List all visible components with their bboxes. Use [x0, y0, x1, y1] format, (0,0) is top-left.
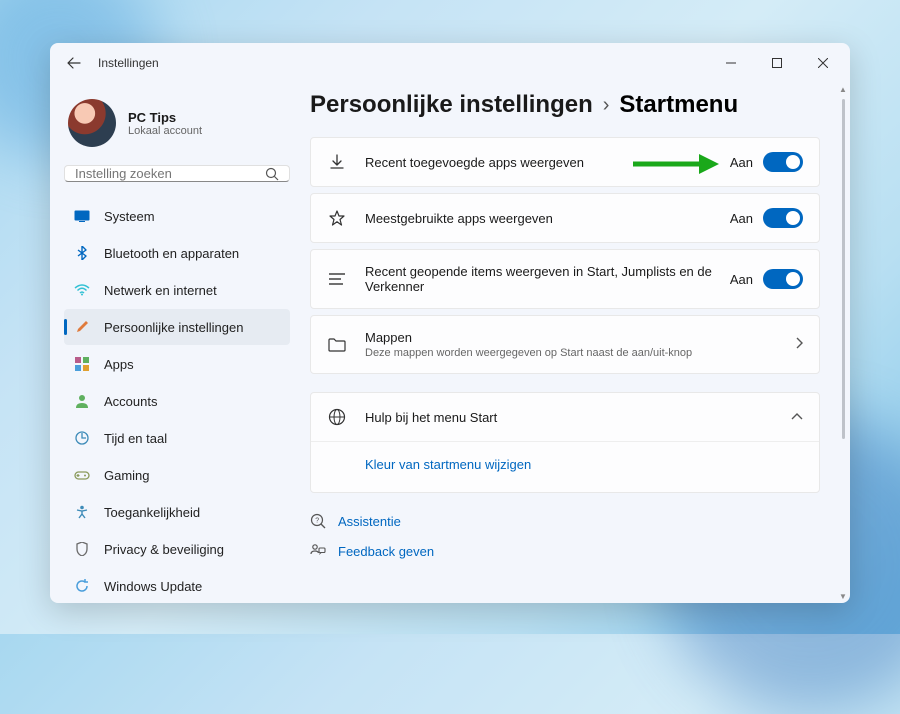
- feedback-link[interactable]: Feedback geven: [310, 543, 820, 559]
- sidebar-item-label: Toegankelijkheid: [104, 505, 200, 520]
- sidebar-item-toegankelijkheid[interactable]: Toegankelijkheid: [64, 494, 290, 530]
- clock-globe-icon: [74, 430, 90, 446]
- search-icon: [265, 167, 279, 181]
- back-button[interactable]: [54, 43, 94, 83]
- sidebar-item-gaming[interactable]: Gaming: [64, 457, 290, 493]
- profile-account-type: Lokaal account: [128, 125, 202, 137]
- minimize-button[interactable]: [708, 43, 754, 83]
- sidebar-item-label: Gaming: [104, 468, 150, 483]
- sidebar-item-bluetooth[interactable]: Bluetooth en apparaten: [64, 235, 290, 271]
- link-label: Feedback geven: [338, 544, 434, 559]
- headset-icon: ?: [310, 513, 326, 529]
- toggle-recent-items[interactable]: [763, 269, 803, 289]
- scrollbar[interactable]: ▲ ▼: [837, 83, 849, 602]
- sidebar-item-label: Tijd en taal: [104, 431, 167, 446]
- help-section: Hulp bij het menu Start Kleur van startm…: [310, 392, 820, 493]
- settings-window: Instellingen PC Tips Lokaal account: [50, 43, 850, 603]
- sidebar-item-update[interactable]: Windows Update: [64, 568, 290, 603]
- chevron-right-icon: [795, 336, 803, 354]
- folder-icon: [327, 335, 347, 355]
- setting-subtitle: Deze mappen worden weergegeven op Start …: [365, 347, 777, 359]
- toggle-state-label: Aan: [730, 211, 753, 226]
- maximize-button[interactable]: [754, 43, 800, 83]
- sidebar-item-persoonlijk[interactable]: Persoonlijke instellingen: [64, 309, 290, 345]
- avatar: [68, 99, 116, 147]
- paintbrush-icon: [74, 319, 90, 335]
- close-icon: [818, 58, 828, 68]
- sidebar-item-label: Accounts: [104, 394, 157, 409]
- main-content: Persoonlijke instellingen › Startmenu Re…: [300, 83, 850, 603]
- toggle-meest-gebruikt[interactable]: [763, 208, 803, 228]
- setting-mappen[interactable]: Mappen Deze mappen worden weergegeven op…: [310, 315, 820, 374]
- setting-label: Meestgebruikte apps weergeven: [365, 211, 712, 226]
- sidebar-item-systeem[interactable]: Systeem: [64, 198, 290, 234]
- arrow-left-icon: [67, 56, 81, 70]
- breadcrumb-current: Startmenu: [619, 91, 738, 119]
- help-link[interactable]: Kleur van startmenu wijzigen: [365, 457, 531, 472]
- sidebar-item-accounts[interactable]: Accounts: [64, 383, 290, 419]
- globe-help-icon: [327, 407, 347, 427]
- toggle-state-label: Aan: [730, 155, 753, 170]
- sidebar-item-netwerk[interactable]: Netwerk en internet: [64, 272, 290, 308]
- bluetooth-icon: [74, 245, 90, 261]
- sidebar-item-label: Systeem: [104, 209, 155, 224]
- sidebar-item-tijd[interactable]: Tijd en taal: [64, 420, 290, 456]
- setting-meest-gebruikt: Meestgebruikte apps weergeven Aan: [310, 193, 820, 243]
- scroll-down-button[interactable]: ▼: [837, 590, 849, 602]
- sidebar-item-label: Apps: [104, 357, 134, 372]
- maximize-icon: [772, 58, 782, 68]
- link-label: Assistentie: [338, 514, 401, 529]
- setting-label: Recent geopende items weergeven in Start…: [365, 264, 712, 294]
- help-title: Hulp bij het menu Start: [365, 410, 773, 425]
- sidebar-item-label: Privacy & beveiliging: [104, 542, 224, 557]
- sidebar-item-label: Bluetooth en apparaten: [104, 246, 239, 261]
- chevron-right-icon: ›: [603, 94, 610, 117]
- star-icon: [327, 208, 347, 228]
- svg-text:?: ?: [315, 518, 319, 525]
- person-icon: [74, 393, 90, 409]
- wifi-icon: [74, 282, 90, 298]
- scroll-up-button[interactable]: ▲: [837, 83, 849, 95]
- assist-link[interactable]: ? Assistentie: [310, 513, 820, 529]
- search-box[interactable]: [64, 165, 290, 182]
- list-icon: [327, 269, 347, 289]
- display-icon: [74, 208, 90, 224]
- sidebar: PC Tips Lokaal account Systeem Bluetooth…: [50, 83, 300, 603]
- chevron-up-icon: [791, 408, 803, 426]
- setting-label: Recent toegevoegde apps weergeven: [365, 155, 712, 170]
- footer-links: ? Assistentie Feedback geven: [310, 513, 820, 559]
- update-icon: [74, 578, 90, 594]
- scrollbar-thumb[interactable]: [842, 99, 845, 439]
- sidebar-item-label: Persoonlijke instellingen: [104, 320, 243, 335]
- setting-recent-apps: Recent toegevoegde apps weergeven Aan: [310, 137, 820, 187]
- minimize-icon: [726, 58, 736, 68]
- setting-recent-items: Recent geopende items weergeven in Start…: [310, 249, 820, 309]
- search-input[interactable]: [75, 166, 265, 181]
- breadcrumb-parent[interactable]: Persoonlijke instellingen: [310, 91, 593, 119]
- download-icon: [327, 152, 347, 172]
- close-button[interactable]: [800, 43, 846, 83]
- sidebar-item-label: Netwerk en internet: [104, 283, 217, 298]
- sidebar-item-apps[interactable]: Apps: [64, 346, 290, 382]
- nav-list: Systeem Bluetooth en apparaten Netwerk e…: [64, 198, 300, 603]
- sidebar-item-privacy[interactable]: Privacy & beveiliging: [64, 531, 290, 567]
- feedback-icon: [310, 543, 326, 559]
- apps-icon: [74, 356, 90, 372]
- gamepad-icon: [74, 467, 90, 483]
- toggle-recent-apps[interactable]: [763, 152, 803, 172]
- shield-icon: [74, 541, 90, 557]
- breadcrumb: Persoonlijke instellingen › Startmenu: [310, 91, 820, 119]
- setting-label: Mappen: [365, 330, 777, 345]
- profile-block[interactable]: PC Tips Lokaal account: [64, 91, 300, 163]
- accessibility-icon: [74, 504, 90, 520]
- profile-name: PC Tips: [128, 110, 202, 125]
- sidebar-item-label: Windows Update: [104, 579, 202, 594]
- help-header[interactable]: Hulp bij het menu Start: [311, 393, 819, 441]
- toggle-state-label: Aan: [730, 272, 753, 287]
- window-title: Instellingen: [98, 56, 159, 70]
- titlebar: Instellingen: [50, 43, 850, 83]
